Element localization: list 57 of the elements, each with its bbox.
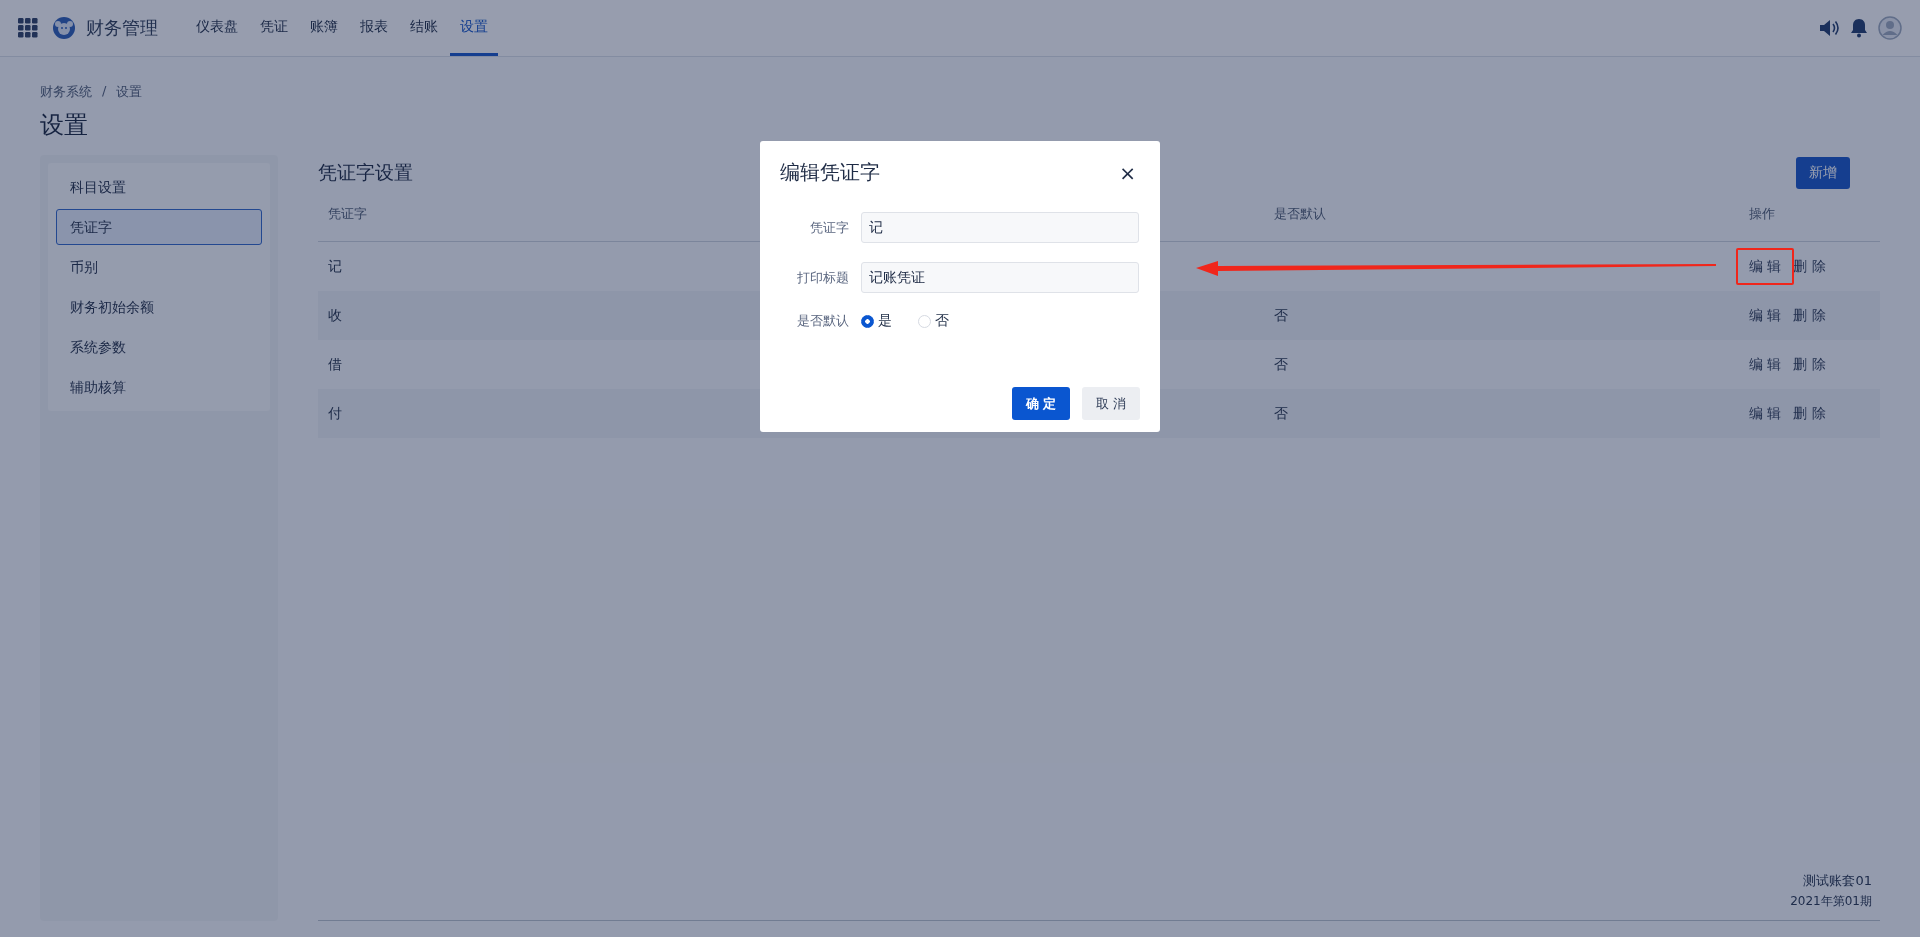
cancel-button[interactable]: 取 消 <box>1082 387 1140 420</box>
app-title: 财务管理 <box>86 16 158 40</box>
breadcrumb-separator: / <box>102 83 107 100</box>
sidebar-item[interactable]: 财务初始余额 <box>56 289 262 325</box>
delete-link[interactable]: 删 除 <box>1793 404 1826 423</box>
logo-icon <box>52 16 76 40</box>
column-header: 操作 <box>1749 206 1775 221</box>
page-title: 设置 <box>40 110 89 141</box>
close-button[interactable]: × <box>1115 160 1140 185</box>
field-label: 打印标题 <box>796 268 849 287</box>
breadcrumb-item[interactable]: 财务系统 <box>40 83 92 101</box>
table-cell: 记 <box>328 257 342 274</box>
delete-link[interactable]: 删 除 <box>1793 306 1826 325</box>
table-cell: 否 <box>1274 355 1288 372</box>
column-header: 凭证字 <box>328 206 367 221</box>
radio-button[interactable] <box>861 314 874 328</box>
table-cell: 否 <box>1274 404 1288 421</box>
input-field[interactable]: 记 <box>861 212 1139 243</box>
table-cell: 借 <box>328 355 342 372</box>
delete-link[interactable]: 删 除 <box>1793 257 1826 276</box>
nav-tab[interactable]: 结账 <box>400 0 448 56</box>
edit-link[interactable]: 编 辑 <box>1749 306 1782 325</box>
add-button[interactable]: 新增 <box>1796 157 1850 189</box>
section-title: 凭证字设置 <box>318 160 413 185</box>
sidebar-item[interactable]: 科目设置 <box>56 169 262 205</box>
input-field[interactable]: 记账凭证 <box>861 262 1139 293</box>
radio-label[interactable]: 是 <box>878 312 892 330</box>
radio-label[interactable]: 否 <box>935 312 949 330</box>
nav-tab[interactable]: 账簿 <box>300 0 348 56</box>
field-label: 凭证字 <box>809 218 849 237</box>
sidebar-item[interactable]: 币别 <box>56 249 262 285</box>
delete-link[interactable]: 删 除 <box>1793 355 1826 374</box>
column-header: 是否默认 <box>1274 206 1326 221</box>
accounting-period: 2021年第01期 <box>1790 893 1872 910</box>
highlight-box <box>1736 248 1794 285</box>
confirm-button[interactable]: 确 定 <box>1012 387 1070 420</box>
sidebar-item[interactable]: 系统参数 <box>56 329 262 365</box>
table-cell: 付 <box>328 404 342 421</box>
user-avatar-icon <box>1878 16 1902 40</box>
table-cell: 收 <box>328 306 342 323</box>
dialog-title: 编辑凭证字 <box>780 159 880 186</box>
nav-tab[interactable]: 设置 <box>450 0 498 56</box>
edit-link[interactable]: 编 辑 <box>1749 257 1782 276</box>
table-cell: 否 <box>1274 306 1288 323</box>
app-grid-icon[interactable] <box>18 18 38 38</box>
edit-link[interactable]: 编 辑 <box>1749 404 1782 423</box>
account-name: 测试账套01 <box>1803 872 1872 890</box>
field-label: 是否默认 <box>796 312 849 330</box>
sidebar-item[interactable]: 凭证字 <box>56 209 262 245</box>
speaker-icon <box>1818 18 1840 38</box>
nav-tab[interactable]: 仪表盘 <box>186 0 248 56</box>
nav-tab[interactable]: 报表 <box>350 0 398 56</box>
edit-link[interactable]: 编 辑 <box>1749 355 1782 374</box>
nav-tab[interactable]: 凭证 <box>250 0 298 56</box>
bell-icon <box>1850 18 1868 38</box>
breadcrumb-item: 设置 <box>116 83 143 101</box>
sidebar-item[interactable]: 辅助核算 <box>56 369 262 405</box>
